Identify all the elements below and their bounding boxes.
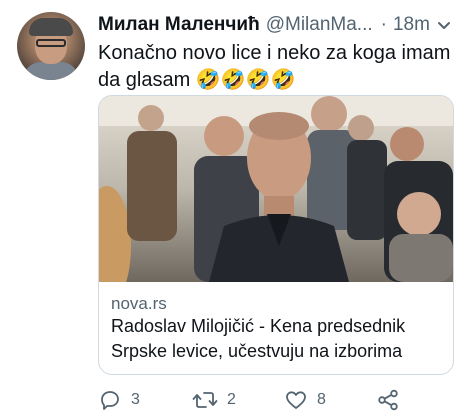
heart-icon — [284, 388, 308, 412]
laughing-emoji-icons: 🤣🤣🤣🤣 — [195, 67, 296, 91]
reply-count: 3 — [131, 391, 140, 408]
author-name[interactable]: Милан Маленчић — [98, 14, 260, 36]
card-domain[interactable]: nova.rs — [111, 294, 167, 314]
like-button[interactable]: 8 — [284, 386, 326, 414]
avatar-glasses — [36, 39, 66, 47]
card-image[interactable] — [99, 96, 453, 282]
reply-icon — [98, 388, 122, 412]
tweet-header: Милан Маленчић @MilanMa... · 18m — [98, 12, 456, 38]
card-meta[interactable]: nova.rs Radoslav Milojičić - Kena predse… — [99, 282, 453, 374]
separator-dot: · — [380, 14, 387, 35]
like-count: 8 — [317, 391, 326, 408]
author-avatar[interactable] — [17, 12, 85, 80]
tweet-timestamp[interactable]: 18m — [393, 14, 430, 36]
reply-button[interactable]: 3 — [98, 386, 140, 414]
avatar-hair — [29, 18, 73, 36]
author-handle[interactable]: @MilanMa... — [266, 14, 373, 36]
card-photo — [99, 96, 453, 282]
link-preview-card[interactable]: nova.rs Radoslav Milojičić - Kena predse… — [98, 95, 454, 375]
retweet-count: 2 — [227, 391, 236, 408]
share-icon — [376, 388, 400, 412]
tweet-text: Konačno novo lice i neko za koga imam da… — [98, 40, 458, 93]
tweet-actions: 3 2 8 — [98, 386, 458, 414]
retweet-icon — [192, 388, 218, 412]
avatar-shirt — [23, 62, 79, 80]
share-button[interactable] — [376, 386, 400, 414]
retweet-button[interactable]: 2 — [192, 386, 236, 414]
card-title[interactable]: Radoslav Milojičić - Kena predsednik Srp… — [111, 314, 447, 364]
more-options-icon[interactable] — [434, 16, 454, 34]
